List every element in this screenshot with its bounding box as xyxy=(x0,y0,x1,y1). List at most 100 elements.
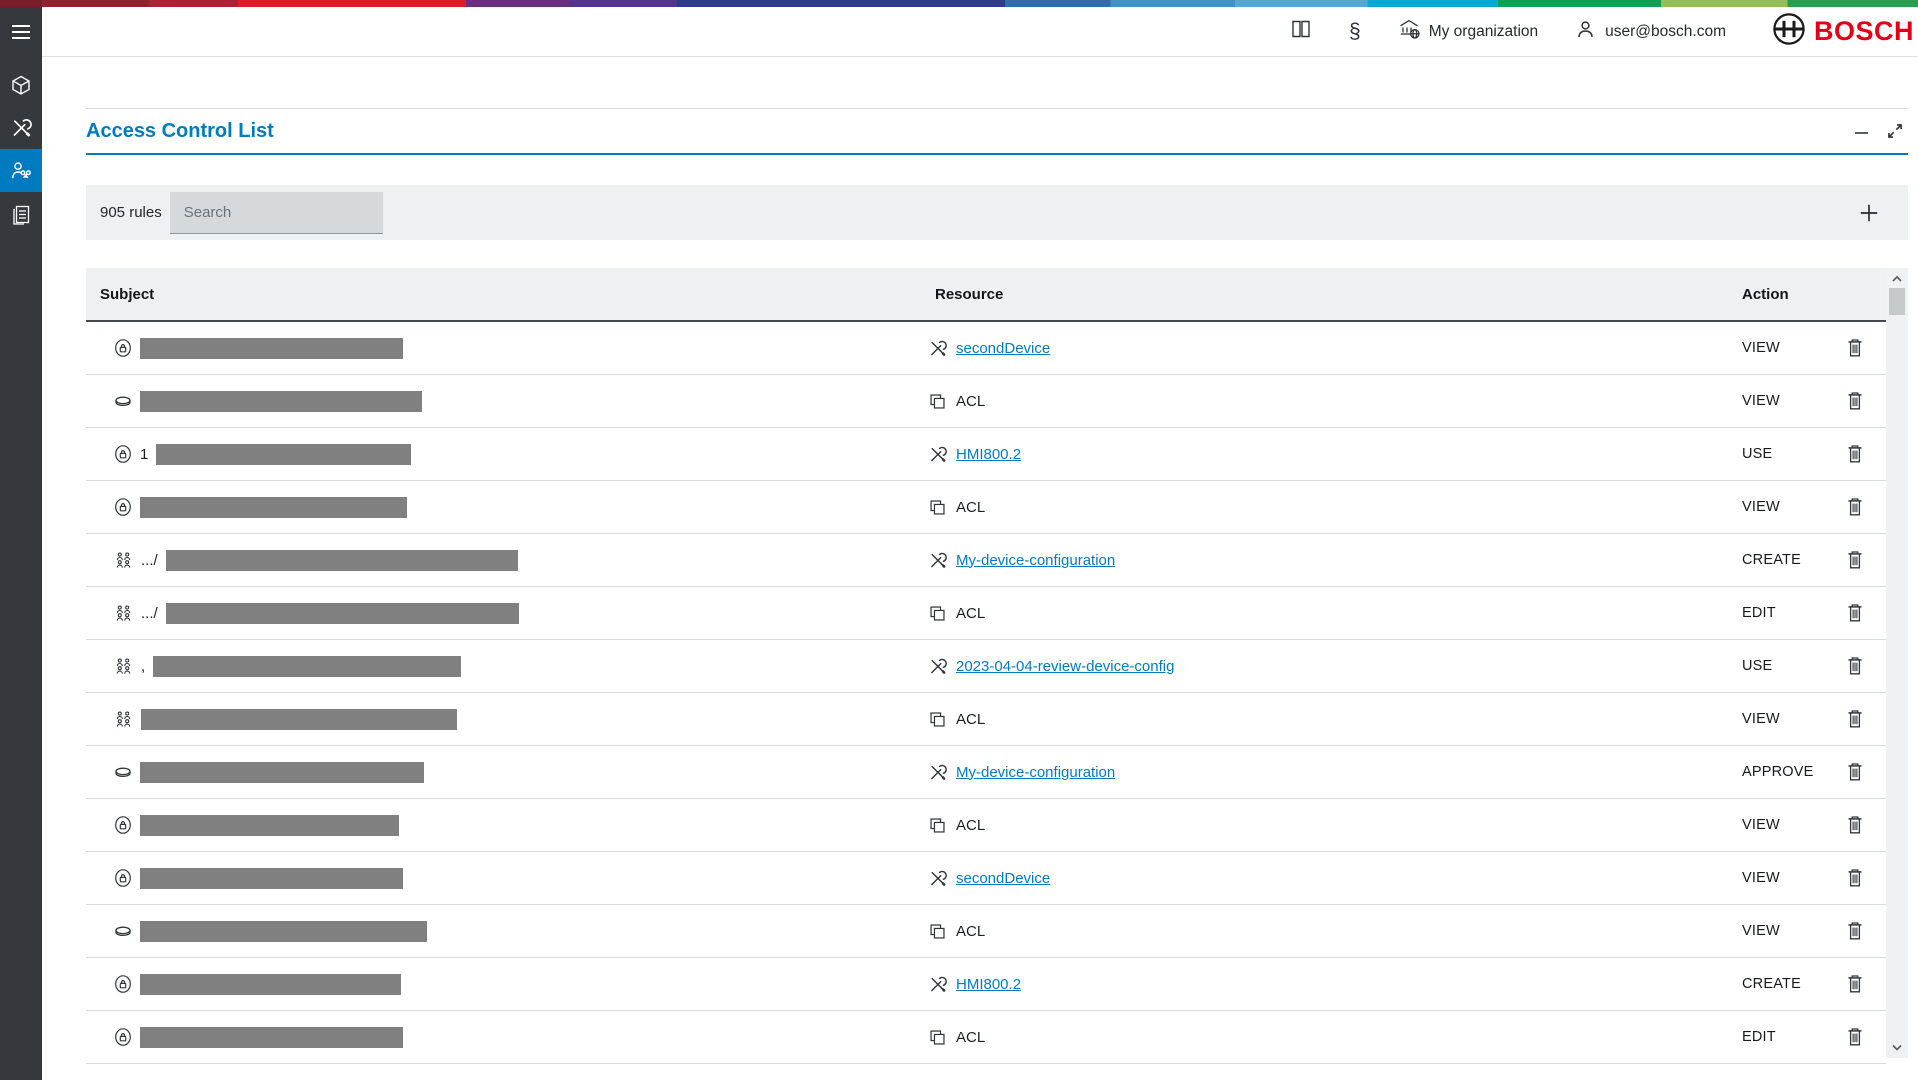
resource-cell: 2023-04-04-review-device-config xyxy=(928,657,1735,676)
resource-label: ACL xyxy=(956,393,985,410)
resource-link[interactable]: 2023-04-04-review-device-config xyxy=(956,658,1174,675)
person-icon xyxy=(1574,18,1597,46)
action-label: EDIT xyxy=(1742,605,1776,621)
minimize-panel-button[interactable] xyxy=(1852,121,1872,141)
scroll-down-icon[interactable] xyxy=(1886,1043,1908,1052)
action-label: CREATE xyxy=(1742,552,1801,568)
action-label: VIEW xyxy=(1742,711,1780,727)
action-label: CREATE xyxy=(1742,976,1801,992)
resource-cell: ACL xyxy=(928,604,1735,623)
acl-table: Subject Resource Action xyxy=(86,268,1886,1064)
delete-rule-button[interactable] xyxy=(1845,390,1865,412)
rules-count-label: 905 rules xyxy=(100,204,162,221)
subject-lock-icon xyxy=(114,445,132,463)
action-label: VIEW xyxy=(1742,817,1780,833)
subject-cell xyxy=(100,338,928,359)
user-email-label: user@bosch.com xyxy=(1605,23,1726,41)
delete-rule-button[interactable] xyxy=(1845,337,1865,359)
subject-cell: .../ xyxy=(100,550,928,571)
panel-window-controls xyxy=(1852,120,1906,142)
open-book-icon xyxy=(1289,17,1313,46)
user-menu[interactable]: user@bosch.com xyxy=(1574,18,1726,46)
documentation-button[interactable] xyxy=(1289,17,1313,46)
legal-button[interactable]: § xyxy=(1349,21,1361,42)
resource-link[interactable]: HMI800.2 xyxy=(956,976,1021,993)
resource-link[interactable]: My-device-configuration xyxy=(956,764,1115,781)
delete-rule-button[interactable] xyxy=(1845,814,1865,836)
vertical-scrollbar[interactable] xyxy=(1886,268,1908,1058)
delete-rule-button[interactable] xyxy=(1845,655,1865,677)
action-cell: APPROVE xyxy=(1735,761,1886,783)
redacted-subject-bar xyxy=(140,1027,403,1048)
organization-label: My organization xyxy=(1429,23,1538,41)
acl-copy-icon xyxy=(928,922,947,941)
resource-link[interactable]: HMI800.2 xyxy=(956,446,1021,463)
column-header-resource: Resource xyxy=(928,286,1735,303)
add-rule-button[interactable] xyxy=(1858,202,1880,224)
delete-rule-button[interactable] xyxy=(1845,496,1865,518)
table-header: Subject Resource Action xyxy=(86,268,1886,322)
device-tools-icon xyxy=(928,975,947,994)
resource-label: ACL xyxy=(956,711,985,728)
device-tools-icon xyxy=(928,763,947,782)
resource-cell: HMI800.2 xyxy=(928,975,1735,994)
tools-icon xyxy=(10,117,32,139)
table-row: , 2023-04-04-review-device-config USE xyxy=(86,640,1886,693)
delete-rule-button[interactable] xyxy=(1845,708,1865,730)
action-cell: USE xyxy=(1735,443,1886,465)
resource-link[interactable]: secondDevice xyxy=(956,870,1050,887)
sidebar-item-logs[interactable] xyxy=(0,192,42,235)
action-label: VIEW xyxy=(1742,923,1780,939)
search-input[interactable] xyxy=(170,192,383,234)
action-label: USE xyxy=(1742,658,1772,674)
resource-cell: ACL xyxy=(928,922,1735,941)
bosch-logo-text: BOSCH xyxy=(1814,18,1914,45)
action-label: VIEW xyxy=(1742,870,1780,886)
redacted-subject-bar xyxy=(156,444,411,465)
action-label: EDIT xyxy=(1742,1029,1776,1045)
delete-rule-button[interactable] xyxy=(1845,867,1865,889)
cube-icon xyxy=(10,74,32,96)
table-row: ACL VIEW xyxy=(86,905,1886,958)
subject-lock-icon xyxy=(114,869,132,887)
subject-group-icon xyxy=(114,604,133,623)
subject-prefix: , xyxy=(141,658,145,675)
table-row: ACL VIEW xyxy=(86,799,1886,852)
sidebar-item-devices[interactable] xyxy=(0,106,42,149)
sidebar xyxy=(0,7,42,1080)
action-cell: VIEW xyxy=(1735,708,1886,730)
delete-rule-button[interactable] xyxy=(1845,602,1865,624)
table-toolbar: 905 rules xyxy=(86,185,1908,240)
scroll-up-icon[interactable] xyxy=(1886,274,1908,283)
delete-rule-button[interactable] xyxy=(1845,920,1865,942)
acl-copy-icon xyxy=(928,1028,947,1047)
resource-label: ACL xyxy=(956,923,985,940)
top-header: § My organization user@bosch.com xyxy=(42,7,1918,57)
delete-rule-button[interactable] xyxy=(1845,443,1865,465)
sidebar-item-access-control[interactable] xyxy=(0,149,42,192)
device-tools-icon xyxy=(928,551,947,570)
redacted-subject-bar xyxy=(166,550,518,571)
device-tools-icon xyxy=(928,445,947,464)
subject-disc-icon xyxy=(114,392,132,410)
action-cell: VIEW xyxy=(1735,390,1886,412)
redacted-subject-bar xyxy=(140,974,401,995)
resource-link[interactable]: My-device-configuration xyxy=(956,552,1115,569)
expand-panel-button[interactable] xyxy=(1884,120,1906,142)
delete-rule-button[interactable] xyxy=(1845,549,1865,571)
bosch-logo[interactable]: BOSCH xyxy=(1772,12,1914,51)
resource-link[interactable]: secondDevice xyxy=(956,340,1050,357)
scrollbar-thumb[interactable] xyxy=(1889,288,1905,315)
delete-rule-button[interactable] xyxy=(1845,973,1865,995)
sidebar-item-things[interactable] xyxy=(0,63,42,106)
hamburger-menu-button[interactable] xyxy=(0,7,42,57)
redacted-subject-bar xyxy=(140,815,399,836)
panel-titlebar: Access Control List xyxy=(86,108,1908,155)
organization-menu[interactable]: My organization xyxy=(1397,17,1538,46)
delete-rule-button[interactable] xyxy=(1845,761,1865,783)
resource-label: ACL xyxy=(956,1029,985,1046)
subject-cell xyxy=(100,391,928,412)
acl-panel: Access Control List 905 rules xyxy=(86,108,1908,1064)
delete-rule-button[interactable] xyxy=(1845,1026,1865,1048)
redacted-subject-bar xyxy=(141,709,457,730)
